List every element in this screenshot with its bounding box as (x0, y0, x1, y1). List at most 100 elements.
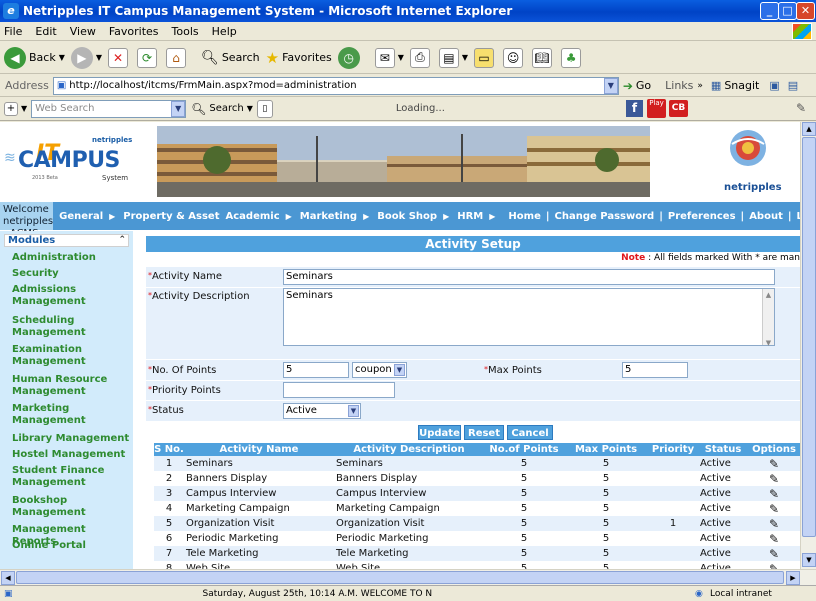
buddy-button[interactable]: ♣ (561, 47, 584, 68)
menu-file[interactable]: File (4, 25, 22, 38)
stop-button[interactable]: ✕ (108, 47, 131, 68)
points-input[interactable]: 5 (283, 362, 349, 378)
nav-link-change-password[interactable]: Change Password (555, 211, 655, 222)
sidebar-item-marketing[interactable]: Marketing Management (12, 403, 132, 427)
chevron-down-icon[interactable]: ▼ (171, 100, 186, 117)
edit-pencil-icon[interactable]: ✎ (769, 547, 779, 561)
wrench-icon[interactable]: ✎ (796, 101, 806, 115)
edit-pencil-icon[interactable]: ✎ (769, 472, 779, 486)
nav-link-about[interactable]: About (749, 211, 783, 222)
links-label[interactable]: Links (665, 79, 693, 92)
chevron-down-icon[interactable]: ▼ (59, 53, 65, 62)
nav-link-home[interactable]: Home (508, 211, 540, 222)
activity-name-input[interactable]: Seminars (283, 269, 775, 285)
nav-menu-academic[interactable]: Academic (226, 211, 280, 222)
web-search-input[interactable]: Web Search ▼ (31, 99, 187, 118)
sidebar-item-examination[interactable]: Examination Management (12, 344, 132, 368)
sidebar-item-bookshop[interactable]: Bookshop Management (12, 495, 132, 519)
scroll-right-icon[interactable]: ▶ (786, 571, 800, 585)
forward-button[interactable]: ▶ ▼ (70, 46, 102, 69)
chevron-down-icon[interactable]: ▼ (21, 104, 27, 113)
mail-button[interactable]: ✉ ▼ (374, 47, 404, 68)
cb-button[interactable]: CB (669, 100, 688, 117)
capture-icon[interactable]: ▣ (769, 79, 779, 92)
close-button[interactable]: ✕ (796, 2, 815, 20)
sidebar-item-scheduling[interactable]: Scheduling Management (12, 315, 132, 339)
menu-favorites[interactable]: Favorites (109, 25, 159, 38)
history-button[interactable]: ◷ (337, 46, 363, 69)
activity-description-textarea[interactable]: Seminars ▲ ▼ (283, 288, 775, 347)
edit-pencil-icon[interactable]: ✎ (769, 532, 779, 546)
sidebar-item-student-finance[interactable]: Student Finance Management (12, 465, 132, 489)
search-button[interactable]: 🔍︎ Search (201, 50, 260, 66)
maximize-button[interactable]: □ (778, 2, 797, 20)
edit-pencil-icon[interactable]: ✎ (769, 562, 779, 570)
highlight-icon[interactable]: ▯ (256, 99, 273, 118)
more-chevron-icon[interactable]: » (697, 81, 703, 91)
sidebar-item-hostel[interactable]: Hostel Management (12, 449, 132, 461)
minimize-button[interactable]: _ (760, 2, 779, 20)
edit-pencil-icon[interactable]: ✎ (769, 487, 779, 501)
address-input[interactable]: ▣ http://localhost/itcms/FrmMain.aspx?mo… (52, 76, 619, 95)
plus-icon[interactable]: + (4, 101, 18, 116)
sidebar-item-online-portal[interactable]: Online Portal (12, 540, 132, 552)
print-button[interactable]: ⎙ (409, 47, 433, 68)
update-button[interactable]: Update (418, 425, 461, 440)
scroll-down-icon[interactable]: ▼ (802, 553, 816, 567)
edit-pencil-icon[interactable]: ✎ (769, 502, 779, 516)
refresh-button[interactable]: ⟳ (137, 47, 160, 68)
vertical-scrollbar[interactable]: ▲ ▼ (800, 122, 816, 569)
edit-pencil-icon[interactable]: ✎ (769, 457, 779, 471)
play-videos-button[interactable]: Play (647, 99, 666, 118)
reset-button[interactable]: Reset (464, 425, 504, 440)
nav-menu-property-asset[interactable]: Property & Asset (123, 211, 219, 222)
menu-edit[interactable]: Edit (35, 25, 56, 38)
scroll-left-icon[interactable]: ◀ (1, 571, 15, 585)
nav-menu-hrm[interactable]: HRM (457, 211, 483, 222)
menu-help[interactable]: Help (212, 25, 237, 38)
favorites-button[interactable]: ★ Favorites (266, 49, 332, 67)
activity-table: S No. Activity Name Activity Description… (154, 443, 800, 569)
sidebar-item-administration[interactable]: Administration (12, 252, 132, 264)
chevron-down-icon[interactable]: ▼ (462, 53, 468, 62)
horizontal-scrollbar[interactable]: ◀ ▶ (0, 569, 816, 585)
discuss-button[interactable]: ▭ (474, 47, 497, 68)
go-button[interactable]: Go (636, 79, 651, 92)
menu-tools[interactable]: Tools (172, 25, 199, 38)
facebook-icon[interactable]: f (626, 100, 643, 117)
nav-menu-general[interactable]: General (59, 211, 103, 222)
edit-button[interactable]: ▤ ▼ (438, 47, 468, 68)
chevron-down-icon[interactable]: ▼ (247, 104, 253, 113)
snagit-button[interactable]: Snagit (724, 79, 759, 92)
chevron-down-icon[interactable]: ▼ (603, 77, 618, 94)
status-select[interactable]: Active ▼ (283, 403, 361, 419)
sidebar-item-admissions[interactable]: Admissions Management (12, 284, 132, 308)
nav-menu-book-shop[interactable]: Book Shop (377, 211, 437, 222)
messenger-button[interactable]: ☺ (503, 47, 526, 68)
chevron-down-icon[interactable]: ▼ (96, 53, 102, 62)
back-button[interactable]: ◀ Back ▼ (4, 46, 65, 69)
horizontal-scroll-thumb[interactable] (16, 571, 784, 584)
web-search-button[interactable]: Search (209, 103, 243, 114)
scroll-up-icon[interactable]: ▲ (802, 122, 816, 136)
priority-input[interactable] (283, 382, 395, 398)
vertical-scroll-thumb[interactable] (802, 137, 816, 537)
capture-options-icon[interactable]: ▤ (788, 79, 798, 92)
textarea-scrollbar[interactable]: ▲ ▼ (762, 289, 774, 347)
points-unit-select[interactable]: coupon ▼ (352, 362, 407, 378)
activity-name-label: *Activity Name (148, 271, 223, 282)
go-arrow-icon[interactable]: ➔ (623, 79, 633, 93)
edit-pencil-icon[interactable]: ✎ (769, 517, 779, 531)
sidebar-item-library[interactable]: Library Management (12, 433, 132, 445)
max-points-input[interactable]: 5 (622, 362, 688, 378)
sidebar-item-security[interactable]: Security (12, 268, 132, 280)
nav-link-preferences[interactable]: Preferences (668, 211, 736, 222)
cancel-button[interactable]: Cancel (507, 425, 553, 440)
menu-view[interactable]: View (70, 25, 96, 38)
research-button[interactable]: 📖︎ (532, 47, 555, 68)
collapse-icon[interactable]: ⌃ (118, 235, 126, 246)
sidebar-item-human-resource[interactable]: Human Resource Management (12, 374, 132, 398)
home-button[interactable]: ⌂ (166, 47, 189, 68)
chevron-down-icon[interactable]: ▼ (398, 53, 404, 62)
nav-menu-marketing[interactable]: Marketing (300, 211, 357, 222)
